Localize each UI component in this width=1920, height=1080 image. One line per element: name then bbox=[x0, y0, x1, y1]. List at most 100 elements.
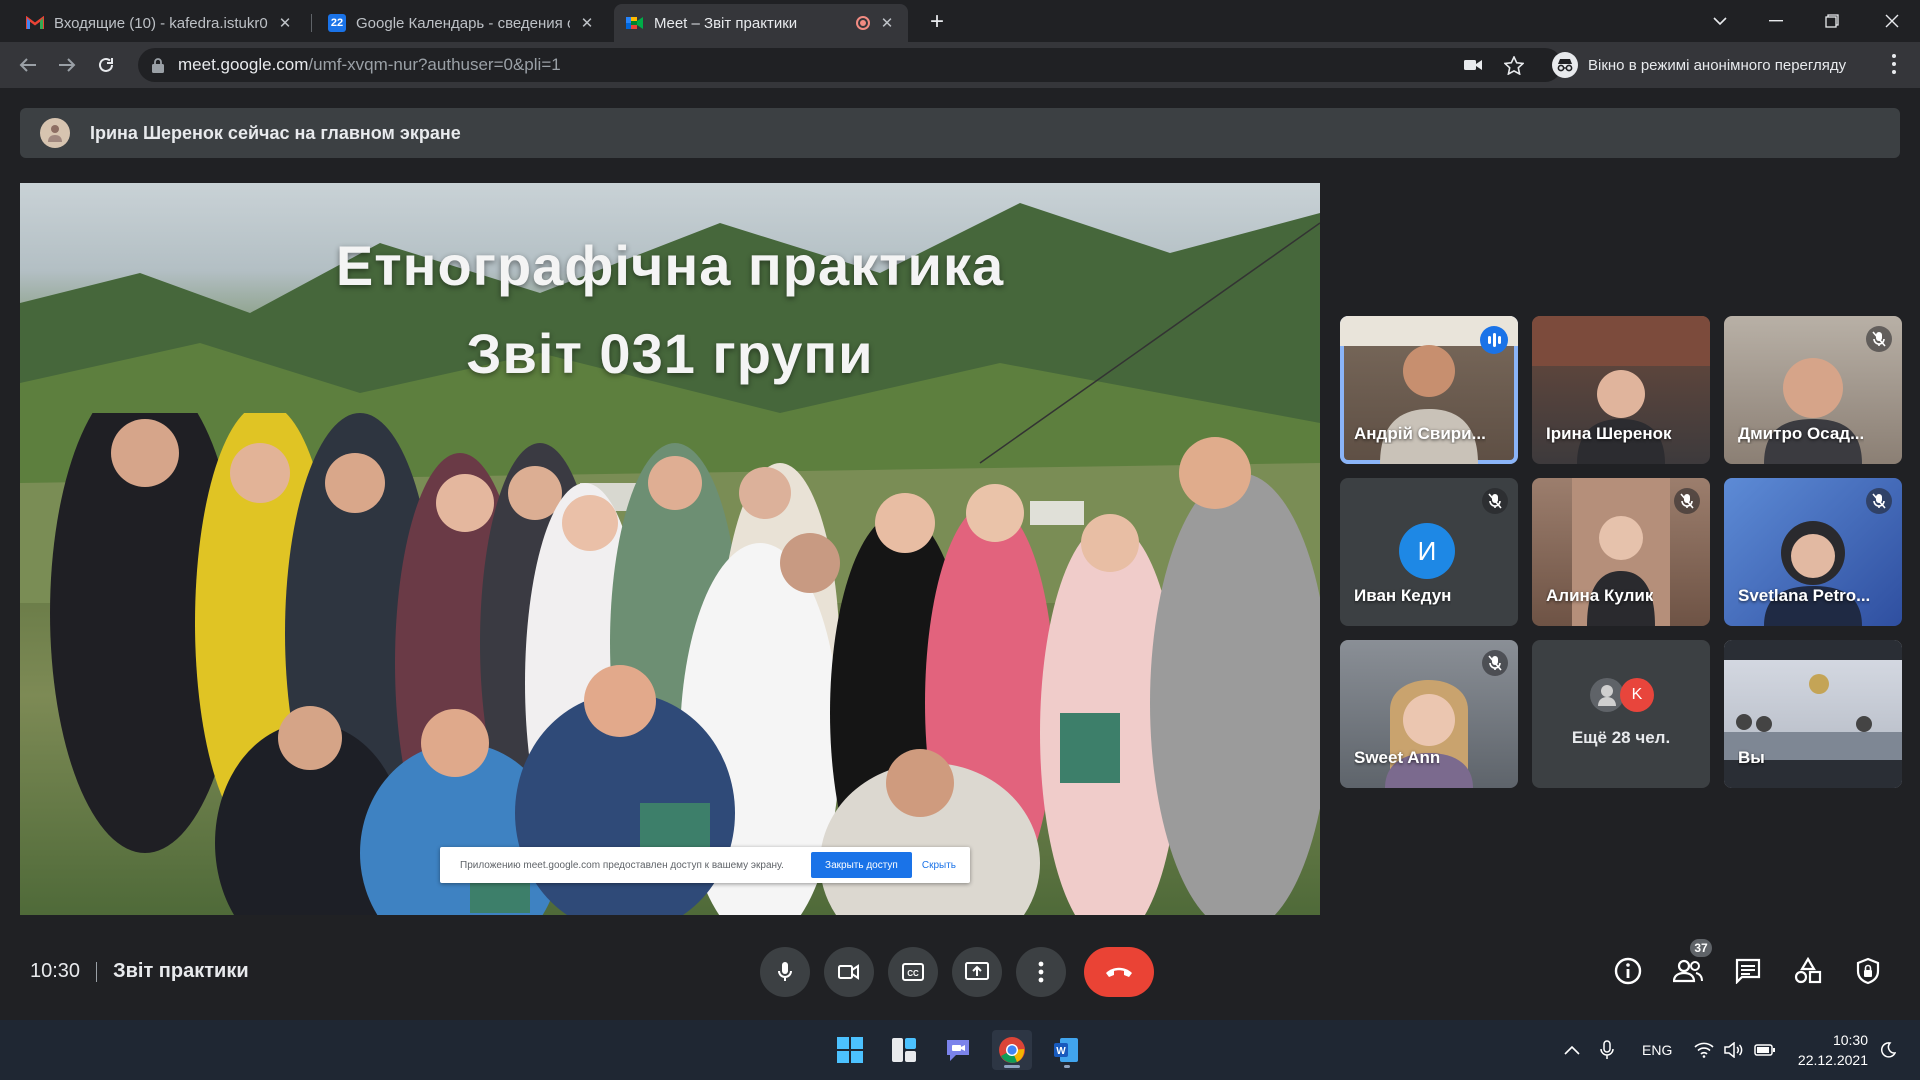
restore-button[interactable] bbox=[1804, 0, 1860, 42]
close-tab-icon[interactable]: ✕ bbox=[276, 14, 294, 32]
participant-tile[interactable]: И Иван Кедун bbox=[1340, 478, 1518, 626]
more-vert-icon bbox=[1038, 961, 1044, 983]
participant-tile[interactable]: Sweet Ann bbox=[1340, 640, 1518, 788]
browser-menu-icon[interactable] bbox=[1884, 52, 1904, 76]
reload-icon[interactable] bbox=[92, 51, 120, 79]
participant-count-badge: 37 bbox=[1688, 937, 1714, 959]
tab-title: Google Календарь - сведения о bbox=[356, 14, 570, 32]
incognito-icon bbox=[1552, 52, 1578, 78]
windows-start-icon[interactable] bbox=[830, 1030, 870, 1070]
mic-icon bbox=[778, 962, 792, 981]
leave-call-button[interactable] bbox=[1084, 947, 1154, 997]
camera-in-use-icon[interactable] bbox=[1464, 48, 1482, 82]
participant-name: Андрій Свири... bbox=[1354, 424, 1486, 443]
calendar-icon: 22 bbox=[328, 14, 346, 32]
meet-app: Ірина Шеренок сейчас на главном экране Е… bbox=[0, 88, 1920, 1020]
close-tab-icon[interactable]: ✕ bbox=[878, 14, 896, 32]
participant-name: Алина Кулик bbox=[1546, 586, 1654, 605]
more-avatars: K bbox=[1590, 678, 1654, 712]
captions-icon: CC bbox=[902, 963, 924, 981]
teams-chat-icon[interactable] bbox=[938, 1030, 978, 1070]
tab-meet[interactable]: Meet – Звіт практики ✕ bbox=[614, 4, 908, 42]
activities-button[interactable] bbox=[1786, 949, 1830, 993]
tray-overflow-icon[interactable] bbox=[1564, 1020, 1580, 1080]
more-participants-tile[interactable]: K Ещё 28 чел. bbox=[1532, 640, 1710, 788]
close-window-button[interactable] bbox=[1864, 0, 1920, 42]
chat-button[interactable] bbox=[1726, 949, 1770, 993]
shield-lock-icon bbox=[1856, 957, 1880, 985]
bookmark-star-icon[interactable] bbox=[1504, 48, 1524, 82]
wifi-icon[interactable] bbox=[1694, 1020, 1714, 1080]
host-controls-button[interactable] bbox=[1846, 949, 1890, 993]
participant-avatar: K bbox=[1620, 678, 1654, 712]
lock-icon[interactable] bbox=[152, 57, 166, 73]
recording-icon bbox=[856, 16, 870, 30]
gmail-icon bbox=[26, 14, 44, 32]
word-icon[interactable]: W bbox=[1046, 1030, 1086, 1070]
tab-search-icon[interactable] bbox=[1692, 0, 1748, 42]
present-now-button[interactable] bbox=[952, 947, 1002, 997]
participant-avatar bbox=[1590, 678, 1624, 712]
participant-tile[interactable]: Svetlana Petro... bbox=[1724, 478, 1902, 626]
participant-name: Дмитро Осад... bbox=[1738, 424, 1865, 443]
hide-notice-button[interactable]: Скрыть bbox=[922, 860, 956, 871]
participant-name: Svetlana Petro... bbox=[1738, 586, 1871, 605]
more-options-button[interactable] bbox=[1016, 947, 1066, 997]
camera-icon bbox=[838, 964, 859, 980]
present-screen-icon bbox=[965, 962, 989, 980]
open-app-indicator bbox=[1064, 1065, 1070, 1068]
tab-divider bbox=[311, 14, 312, 32]
minimize-button[interactable] bbox=[1748, 0, 1804, 42]
widgets-icon[interactable] bbox=[884, 1030, 924, 1070]
participant-tile[interactable]: Дмитро Осад... bbox=[1724, 316, 1902, 464]
share-notice-text: Приложению meet.google.com предоставлен … bbox=[460, 859, 784, 871]
incognito-indicator[interactable]: Вікно в режимі анонімного перегляду bbox=[1548, 48, 1846, 82]
windows-taskbar: W ENG 10:30 22.12.2021 bbox=[0, 1020, 1920, 1080]
self-tile[interactable]: Вы bbox=[1724, 640, 1902, 788]
participant-tile[interactable]: Андрій Свири... bbox=[1340, 316, 1518, 464]
back-icon[interactable] bbox=[14, 51, 42, 79]
camera-button[interactable] bbox=[824, 947, 874, 997]
meeting-info: 10:30 Звіт практики bbox=[30, 960, 249, 983]
meet-icon bbox=[626, 14, 644, 32]
mic-off-icon bbox=[1674, 488, 1700, 514]
participant-avatar: И bbox=[1399, 523, 1455, 579]
hang-up-icon bbox=[1106, 967, 1132, 977]
clock-date: 22.12.2021 bbox=[1797, 1052, 1868, 1068]
battery-icon[interactable] bbox=[1754, 1020, 1776, 1080]
active-app-indicator bbox=[1004, 1065, 1020, 1068]
captions-button[interactable]: CC bbox=[888, 947, 938, 997]
meet-controls-bar: 10:30 Звіт практики CC 37 bbox=[0, 922, 1920, 1020]
svg-text:W: W bbox=[1056, 1046, 1066, 1057]
address-bar[interactable]: meet.google.com/umf-xvqm-nur?authuser=0&… bbox=[138, 48, 1562, 82]
forward-icon[interactable] bbox=[53, 51, 81, 79]
tab-strip: Входящие (10) - kafedra.istukr01 ✕ 22 Go… bbox=[0, 0, 1920, 42]
tab-gmail[interactable]: Входящие (10) - kafedra.istukr01 ✕ bbox=[14, 4, 306, 42]
close-tab-icon[interactable]: ✕ bbox=[578, 14, 596, 32]
stop-sharing-button[interactable]: Закрыть доступ bbox=[811, 852, 912, 878]
participant-tile[interactable]: Алина Кулик bbox=[1532, 478, 1710, 626]
language-indicator[interactable]: ENG bbox=[1642, 1020, 1672, 1080]
clock-time: 10:30 bbox=[1832, 1032, 1868, 1048]
taskbar-clock[interactable]: 10:30 22.12.2021 bbox=[1778, 1030, 1868, 1070]
participants-button[interactable]: 37 bbox=[1666, 937, 1714, 993]
mic-off-icon bbox=[1866, 488, 1892, 514]
tray-mic-icon[interactable] bbox=[1600, 1020, 1614, 1080]
volume-icon[interactable] bbox=[1724, 1020, 1744, 1080]
slide-title-line1: Етнографічна практика bbox=[335, 234, 1005, 297]
url-text: meet.google.com/umf-xvqm-nur?authuser=0&… bbox=[178, 55, 561, 75]
banner-text: Ірина Шеренок сейчас на главном экране bbox=[90, 122, 461, 143]
chrome-icon[interactable] bbox=[992, 1030, 1032, 1070]
focus-assist-icon[interactable] bbox=[1880, 1020, 1896, 1080]
tab-calendar[interactable]: 22 Google Календарь - сведения о ✕ bbox=[316, 4, 608, 42]
participant-name: Sweet Ann bbox=[1354, 748, 1441, 767]
participant-tile[interactable]: Ірина Шеренок bbox=[1532, 316, 1710, 464]
url-path: /umf-xvqm-nur?authuser=0&pli=1 bbox=[308, 55, 561, 74]
new-tab-button[interactable]: + bbox=[923, 8, 951, 36]
people-icon bbox=[1673, 959, 1703, 983]
microphone-button[interactable] bbox=[760, 947, 810, 997]
presentation-stage[interactable]: Етнографічна практика Звіт 031 групи При… bbox=[20, 183, 1320, 915]
presenting-banner: Ірина Шеренок сейчас на главном экране bbox=[20, 108, 1900, 158]
mic-off-icon bbox=[1482, 650, 1508, 676]
meeting-details-button[interactable] bbox=[1606, 949, 1650, 993]
